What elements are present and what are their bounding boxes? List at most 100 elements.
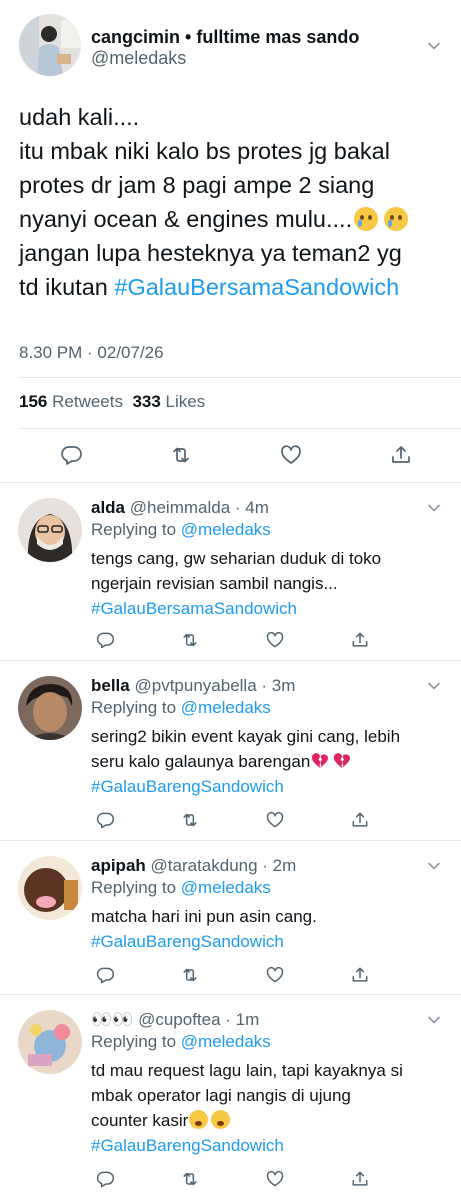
like-count[interactable]: 333 (132, 392, 160, 411)
tweet-line: nyanyi ocean & engines mulu.... (19, 206, 353, 232)
tweet-line: udah kali.... (19, 104, 140, 130)
replying-label: Replying to (91, 878, 181, 897)
reply-actions (93, 1167, 372, 1191)
reply-handle-time[interactable]: @cupoftea · 1m (138, 1010, 259, 1029)
reply-line: counter kasir (91, 1111, 189, 1130)
tweet-line: jangan lupa hesteknya ya teman2 yg (19, 240, 402, 266)
replying-to: Replying to @meledaks (91, 698, 271, 718)
avatar[interactable] (18, 1010, 82, 1074)
replying-to-link[interactable]: @meledaks (181, 520, 271, 539)
reply-header: alda @heimmalda · 4m (91, 498, 269, 518)
sobbing-emoji (211, 1110, 231, 1129)
like-button[interactable] (263, 1167, 287, 1191)
reply-button[interactable] (59, 443, 83, 467)
reply-icon (96, 632, 115, 649)
tweet-line: itu mbak niki kalo bs protes jg bakal (19, 138, 390, 164)
reply-handle-time[interactable]: @taratakdung · 2m (151, 856, 297, 875)
reply-author-name[interactable]: apipah (91, 856, 146, 875)
retweets-label[interactable]: Retweets (52, 392, 123, 411)
avatar[interactable] (18, 856, 82, 920)
retweet-icon (183, 813, 197, 827)
replying-label: Replying to (91, 1032, 181, 1051)
chevron-down-icon[interactable] (428, 680, 440, 692)
reply-line: mbak operator lagi nangis di ujung (91, 1086, 351, 1105)
reply-author-name[interactable]: alda (91, 498, 125, 517)
like-button[interactable] (263, 628, 287, 652)
reply-tweet[interactable]: apipah @taratakdung · 2m Replying to @me… (0, 842, 461, 994)
broken-heart-emoji (333, 751, 351, 768)
reply-button[interactable] (93, 808, 117, 832)
tweet-line: td ikutan (19, 274, 115, 300)
reply-icon (61, 446, 82, 465)
share-icon (352, 967, 368, 982)
share-icon (392, 446, 410, 463)
hashtag-link[interactable]: #GalauBersamaSandowich (91, 596, 451, 621)
divider (19, 377, 461, 378)
replying-to-link[interactable]: @meledaks (181, 878, 271, 897)
reply-tweet[interactable]: 👀👀 @cupoftea · 1m Replying to @meledaks … (0, 996, 461, 1200)
retweet-icon (173, 447, 189, 463)
hashtag-link[interactable]: #GalauBarengSandowich (91, 929, 451, 954)
chevron-down-icon[interactable] (428, 502, 440, 514)
author-avatar[interactable] (19, 14, 81, 76)
like-icon (266, 631, 284, 648)
retweet-button[interactable] (169, 443, 193, 467)
tweet-text: udah kali.... itu mbak niki kalo bs prot… (19, 100, 449, 304)
replying-to-link[interactable]: @meledaks (181, 1032, 271, 1051)
like-button[interactable] (263, 808, 287, 832)
like-icon (281, 445, 301, 464)
retweet-icon (183, 1172, 197, 1186)
reply-tweet[interactable]: alda @heimmalda · 4m Replying to @meleda… (0, 484, 461, 660)
sobbing-emoji (189, 1110, 209, 1129)
share-button[interactable] (348, 963, 372, 987)
like-button[interactable] (279, 443, 303, 467)
replying-to: Replying to @meledaks (91, 878, 271, 898)
tweet-actions (59, 443, 413, 467)
share-button[interactable] (348, 808, 372, 832)
chevron-down-icon[interactable] (428, 860, 440, 872)
likes-label[interactable]: Likes (166, 392, 206, 411)
reply-author-name[interactable]: 👀👀 (91, 1010, 133, 1029)
retweet-button[interactable] (178, 628, 202, 652)
retweet-count[interactable]: 156 (19, 392, 47, 411)
retweet-button[interactable] (178, 808, 202, 832)
like-icon (266, 811, 284, 828)
reply-button[interactable] (93, 963, 117, 987)
share-button[interactable] (389, 443, 413, 467)
tweet-line: protes dr jam 8 pagi ampe 2 siang (19, 172, 375, 198)
avatar[interactable] (18, 498, 82, 562)
replying-to-link[interactable]: @meledaks (181, 698, 271, 717)
tweet-stats: 156 Retweets 333 Likes (19, 392, 205, 412)
reply-icon (96, 967, 115, 984)
share-icon (352, 632, 368, 647)
reply-button[interactable] (93, 1167, 117, 1191)
reply-actions (93, 628, 372, 652)
reply-button[interactable] (93, 628, 117, 652)
like-icon (266, 1170, 284, 1187)
like-button[interactable] (263, 963, 287, 987)
avatar[interactable] (18, 676, 82, 740)
share-button[interactable] (348, 628, 372, 652)
hashtag-link[interactable]: #GalauBarengSandowich (91, 1133, 451, 1158)
replying-to: Replying to @meledaks (91, 520, 271, 540)
chevron-down-icon[interactable] (428, 1014, 440, 1026)
retweet-button[interactable] (178, 963, 202, 987)
retweet-button[interactable] (178, 1167, 202, 1191)
tweet-timestamp[interactable]: 8.30 PM · 02/07/26 (19, 343, 164, 363)
share-button[interactable] (348, 1167, 372, 1191)
reply-author-name[interactable]: bella (91, 676, 130, 695)
reply-icon (96, 812, 115, 829)
chevron-down-icon[interactable] (428, 40, 440, 52)
reply-handle-time[interactable]: @pvtpunyabella · 3m (134, 676, 295, 695)
reply-actions (93, 808, 372, 832)
divider (0, 482, 461, 483)
hashtag-link[interactable]: #GalauBarengSandowich (91, 774, 451, 799)
crying-emoji (354, 207, 379, 231)
main-tweet: cangcimin • fulltime mas sando @meledaks… (0, 0, 461, 482)
like-icon (266, 966, 284, 983)
hashtag-link[interactable]: #GalauBersamaSandowich (114, 274, 399, 300)
reply-tweet[interactable]: bella @pvtpunyabella · 3m Replying to @m… (0, 662, 461, 840)
author-handle[interactable]: @meledaks (91, 48, 186, 69)
reply-handle-time[interactable]: @heimmalda · 4m (130, 498, 269, 517)
author-display-name[interactable]: cangcimin • fulltime mas sando (91, 27, 359, 48)
